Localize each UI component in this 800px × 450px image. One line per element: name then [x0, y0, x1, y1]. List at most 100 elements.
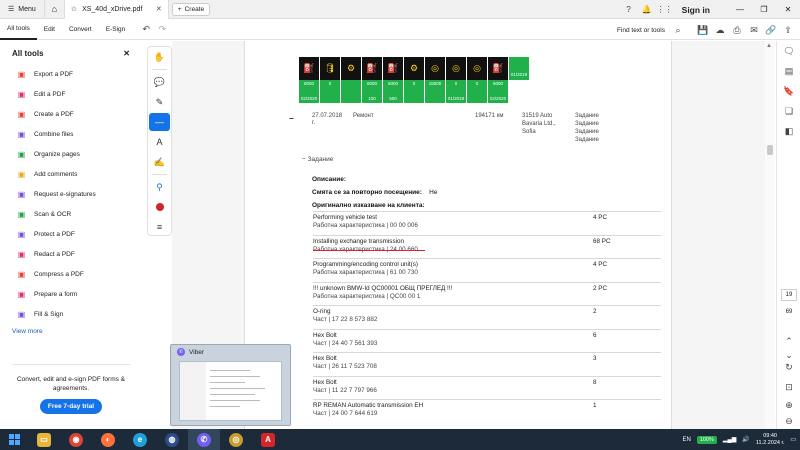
sign-icon[interactable]: ✍	[148, 152, 171, 172]
close-tab-icon[interactable]: ✕	[156, 5, 162, 13]
viber-preview-popup[interactable]: ✆ Viber	[170, 344, 291, 426]
color-picker-icon[interactable]	[148, 197, 171, 217]
window-thumbnail[interactable]	[179, 361, 282, 421]
volume-icon[interactable]: 🔊	[742, 436, 749, 443]
plus-icon: +	[177, 5, 182, 13]
rotate-icon[interactable]: ↻	[777, 357, 800, 377]
text-box-icon[interactable]: A	[148, 132, 171, 152]
tool-item[interactable]: ▣ Scan & OCR	[0, 204, 140, 224]
taskbar-viber[interactable]: ✆	[188, 429, 220, 450]
taskbar-edge[interactable]: e	[124, 429, 156, 450]
quick-tools-strip: ✋ 💬 ✎ — A ✍ ⚲ ≡	[147, 46, 172, 236]
language-indicator[interactable]: EN	[682, 437, 690, 443]
apps-grid-icon[interactable]: ⋮⋮	[656, 5, 674, 14]
help-icon[interactable]: ?	[620, 5, 638, 14]
create-button[interactable]: + Create	[171, 2, 211, 16]
close-window-icon[interactable]: ✕	[776, 5, 800, 14]
tool-item[interactable]: ▣ Prepare a form	[0, 284, 140, 304]
undo-icon[interactable]: ↶	[138, 24, 154, 35]
taskbar-acrobat[interactable]: A	[252, 429, 284, 450]
revisit-label: Смята се за повторно посещение:	[312, 189, 422, 196]
more-options-icon[interactable]: ≡	[148, 217, 171, 237]
find-text-tools[interactable]: Find text or tools	[617, 27, 665, 34]
tool-item[interactable]: ▣ Protect a PDF	[0, 224, 140, 244]
tool-item[interactable]: ▣ Combine files	[0, 124, 140, 144]
view-more-link[interactable]: View more	[0, 324, 140, 339]
taskbar-app-gold[interactable]: ◎	[220, 429, 252, 450]
scroll-thumb[interactable]	[767, 145, 773, 155]
network-icon[interactable]: ▂▄▆	[723, 436, 736, 443]
link-icon[interactable]: 🔗	[763, 25, 779, 36]
service-symbol-icon: ⛽	[383, 57, 403, 80]
print-icon[interactable]: ⎙	[729, 25, 745, 36]
work-item-qty: 3	[593, 355, 597, 362]
comments-panel-icon[interactable]: 🗨	[777, 41, 800, 61]
mail-icon[interactable]: ✉	[746, 25, 762, 36]
close-panel-icon[interactable]: ✕	[123, 49, 130, 58]
work-item-qty: 8	[593, 378, 597, 386]
stamp-icon[interactable]: ⚲	[148, 177, 171, 197]
zoom-out-icon[interactable]: ⊖	[777, 411, 800, 431]
clock[interactable]: 09:40 11.2.2024 г.	[756, 433, 784, 447]
battery-indicator[interactable]: 100%	[696, 435, 717, 444]
share-icon[interactable]: ⇪	[780, 25, 796, 36]
tool-item[interactable]: ▣ Create a PDF	[0, 104, 140, 124]
tab-all-tools[interactable]: All tools	[0, 20, 37, 40]
service-symbol-icon: ⛽	[299, 57, 319, 80]
star-icon[interactable]: ☆	[71, 5, 77, 13]
zadanie-label: Задание	[307, 156, 334, 163]
tool-item[interactable]: ▣ Fill & Sign	[0, 304, 140, 324]
create-pdf-icon: ▣	[17, 109, 26, 119]
tab-esign[interactable]: E-Sign	[99, 20, 133, 40]
tab-edit[interactable]: Edit	[37, 20, 62, 40]
layers-icon[interactable]: ◧	[777, 121, 800, 141]
start-button[interactable]	[0, 429, 28, 450]
tool-item[interactable]: ▣ Add comments	[0, 164, 140, 184]
bell-icon[interactable]: 🔔	[638, 5, 656, 14]
page-number-input[interactable]: 19	[781, 289, 797, 301]
scroll-up-icon[interactable]: ▲	[766, 43, 772, 49]
upload-cloud-icon[interactable]: ☁	[712, 25, 728, 36]
fit-page-icon[interactable]: ⊡	[777, 377, 800, 397]
menu-button[interactable]: ☰ Menu	[0, 0, 45, 19]
sign-in-button[interactable]: Sign in	[682, 5, 710, 15]
tool-item[interactable]: ▣ Edit a PDF	[0, 84, 140, 104]
red-annotation-line[interactable]	[313, 249, 425, 251]
tool-item[interactable]: ▣ Export a PDF	[0, 64, 140, 84]
taskbar-app-blue[interactable]: ◍	[156, 429, 188, 450]
collapse-dash-icon[interactable]: −	[289, 114, 294, 123]
taskbar-file-explorer[interactable]: ▭	[28, 429, 60, 450]
notification-icon[interactable]: ▭	[790, 436, 796, 443]
draw-pen-icon[interactable]: ✎	[148, 92, 171, 112]
highlight-line-icon[interactable]: —	[149, 113, 170, 131]
copy-pages-icon[interactable]: ❏	[777, 101, 800, 121]
acrobat-icon: A	[261, 432, 275, 447]
tool-item-label: Create a PDF	[34, 110, 74, 118]
tool-item[interactable]: ▣ Redact a PDF	[0, 244, 140, 264]
minimize-icon[interactable]: —	[728, 5, 752, 14]
hand-tool-icon[interactable]: ✋	[148, 47, 171, 67]
save-icon[interactable]: 💾	[695, 25, 711, 36]
vertical-scrollbar[interactable]: ▲	[765, 41, 775, 429]
document-tab[interactable]: ☆ XS_40d_xDrive.pdf ✕	[64, 0, 169, 19]
service-symbol-icon: ⛽	[488, 57, 508, 80]
restore-icon[interactable]: ❐	[752, 5, 776, 14]
taskbar-firefox[interactable]: ◐	[92, 429, 124, 450]
tool-item[interactable]: ▣ Request e-signatures	[0, 184, 140, 204]
work-item-name: O-ring	[313, 308, 331, 315]
tab-convert[interactable]: Convert	[62, 20, 99, 40]
home-button[interactable]: ⌂	[45, 0, 65, 19]
bookmark-icon[interactable]: 🔖	[777, 81, 800, 101]
tool-item[interactable]: ▣ Compress a PDF	[0, 264, 140, 284]
redo-icon[interactable]: ↷	[154, 24, 170, 35]
thumbnails-icon[interactable]: ▤	[777, 61, 800, 81]
free-trial-button[interactable]: Free 7-day trial	[40, 399, 102, 414]
zadanie-header[interactable]: − Задание	[302, 156, 333, 163]
service-symbol-icon: ⚙	[341, 57, 361, 80]
search-icon[interactable]: ⌕	[670, 25, 686, 36]
tool-item[interactable]: ▣ Organize pages	[0, 144, 140, 164]
comment-icon[interactable]: 💬	[148, 72, 171, 92]
taskbar-chrome[interactable]: ◉	[60, 429, 92, 450]
right-sidebar: 🗨 ▤ 🔖 ❏ ◧ 19 69 ⌃ ⌄ ↻ ⊡ ⊕ ⊖	[776, 41, 800, 429]
popup-app-name: Viber	[189, 348, 205, 356]
